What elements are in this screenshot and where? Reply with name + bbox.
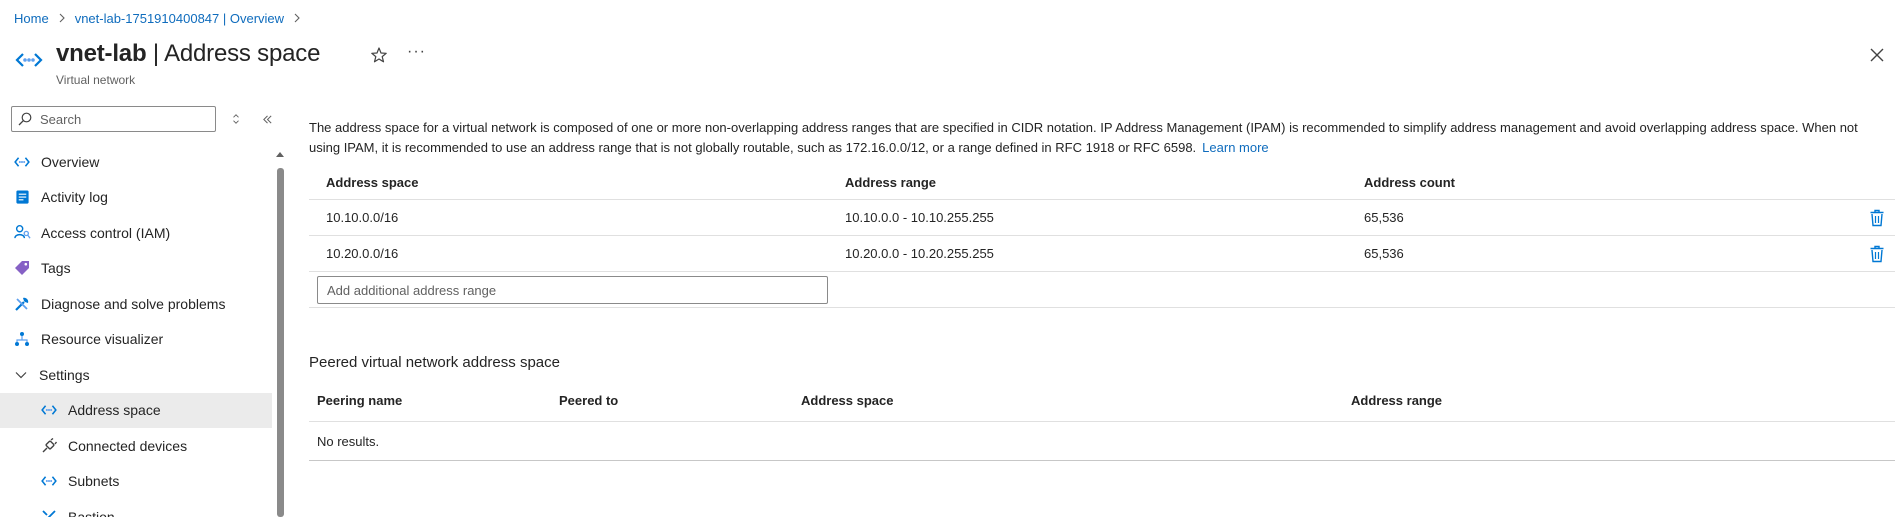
chevron-down-icon [14,368,28,382]
address-space-cell: 10.10.0.0/16 [326,210,399,225]
sidebar-item-bastion[interactable]: Bastion [0,499,272,517]
sidebar-item-label: Tags [41,260,71,277]
vnet-icon [40,472,58,490]
delete-icon[interactable] [1869,245,1885,263]
sidebar-item-label: Overview [41,153,100,170]
column-header: Address range [845,175,937,190]
column-header: Address space [326,175,419,190]
vnet-icon [15,53,43,67]
vnet-icon [40,401,58,419]
sidebar-item-label: Bastion [68,508,115,517]
address-range-cell: 10.10.0.0 - 10.10.255.255 [845,210,994,225]
sidebar-item-label: Address space [68,402,161,419]
page-subtitle: Virtual network [56,73,136,87]
main-content: The address space for a virtual network … [309,118,1895,461]
table-header: Peering name Peered to Address space Add… [309,380,1895,422]
sidebar-item-label: Settings [39,366,90,383]
search-icon [18,112,32,126]
sidebar-scrollbar[interactable] [275,146,285,517]
sidebar: Overview Activity log Access control (IA… [0,106,285,517]
sidebar-item-access-control[interactable]: Access control (IAM) [0,215,272,251]
star-icon[interactable] [370,46,388,64]
sidebar-item-connected-devices[interactable]: Connected devices [0,428,272,464]
collapse-sidebar-icon[interactable] [259,111,275,127]
sidebar-group-settings[interactable]: Settings [0,357,272,393]
address-space-cell: 10.20.0.0/16 [326,246,399,261]
chevron-right-icon [58,13,66,23]
table-row: 10.20.0.0/16 10.20.0.0 - 10.20.255.255 6… [309,236,1895,272]
sidebar-item-label: Connected devices [68,437,188,454]
sidebar-item-label: Resource visualizer [41,331,164,348]
vnet-icon [13,153,31,171]
add-address-row [309,272,1895,308]
table-row: 10.10.0.0/16 10.10.0.0 - 10.10.255.255 6… [309,200,1895,236]
empty-state-text: No results. [317,433,380,449]
column-header: Peering name [317,393,403,408]
page-title: vnet-lab | Address space [56,40,321,67]
visualizer-icon [13,330,31,348]
table-header: Address space Address range Address coun… [309,166,1895,200]
tag-icon [13,259,31,277]
sidebar-item-tags[interactable]: Tags [0,251,272,287]
sidebar-item-label: Subnets [68,473,120,490]
breadcrumb-home-link[interactable]: Home [14,11,49,26]
breadcrumb-resource-link[interactable]: vnet-lab-1751910400847 | Overview [75,11,284,26]
iam-icon [13,224,31,242]
plug-icon [40,437,58,455]
sidebar-item-label: Access control (IAM) [41,224,171,241]
delete-icon[interactable] [1869,209,1885,227]
more-options-button[interactable]: ··· [407,43,426,61]
address-space-description: The address space for a virtual network … [309,120,1858,155]
table-row: No results. [309,422,1895,461]
sidebar-item-overview[interactable]: Overview [0,144,272,180]
expand-collapse-icon[interactable] [228,111,244,127]
column-header: Peered to [559,393,619,408]
address-space-table: Address space Address range Address coun… [309,166,1895,308]
sidebar-item-label: Diagnose and solve problems [41,295,226,312]
address-range-cell: 10.20.0.0 - 10.20.255.255 [845,246,994,261]
diagnose-icon [13,295,31,313]
scrollbar-thumb[interactable] [277,168,284,517]
sidebar-item-diagnose[interactable]: Diagnose and solve problems [0,286,272,322]
breadcrumb: Home vnet-lab-1751910400847 | Overview [14,9,310,27]
sidebar-item-label: Activity log [41,189,108,206]
page-header: vnet-lab | Address space Virtual network… [14,38,1890,90]
close-icon[interactable] [1869,47,1885,63]
bastion-icon [40,508,58,517]
sidebar-item-address-space[interactable]: Address space [0,392,272,428]
peered-section-title: Peered virtual network address space [309,354,560,371]
peered-address-table: Peering name Peered to Address space Add… [309,380,1895,461]
learn-more-link[interactable]: Learn more [1202,140,1268,155]
sidebar-item-resource-visualizer[interactable]: Resource visualizer [0,322,272,358]
chevron-right-icon [293,13,301,23]
add-address-range-input[interactable] [317,276,828,304]
scroll-up-arrow-icon[interactable] [275,150,285,158]
address-count-cell: 65,536 [1364,246,1404,261]
sidebar-item-subnets[interactable]: Subnets [0,464,272,500]
activity-log-icon [13,188,31,206]
sidebar-search-input[interactable] [40,111,210,127]
address-count-cell: 65,536 [1364,210,1404,225]
column-header: Address range [1351,393,1443,408]
sidebar-nav: Overview Activity log Access control (IA… [0,144,272,517]
column-header: Address space [801,393,894,408]
sidebar-search [11,106,216,132]
column-header: Address count [1364,175,1456,190]
sidebar-item-activity-log[interactable]: Activity log [0,180,272,216]
